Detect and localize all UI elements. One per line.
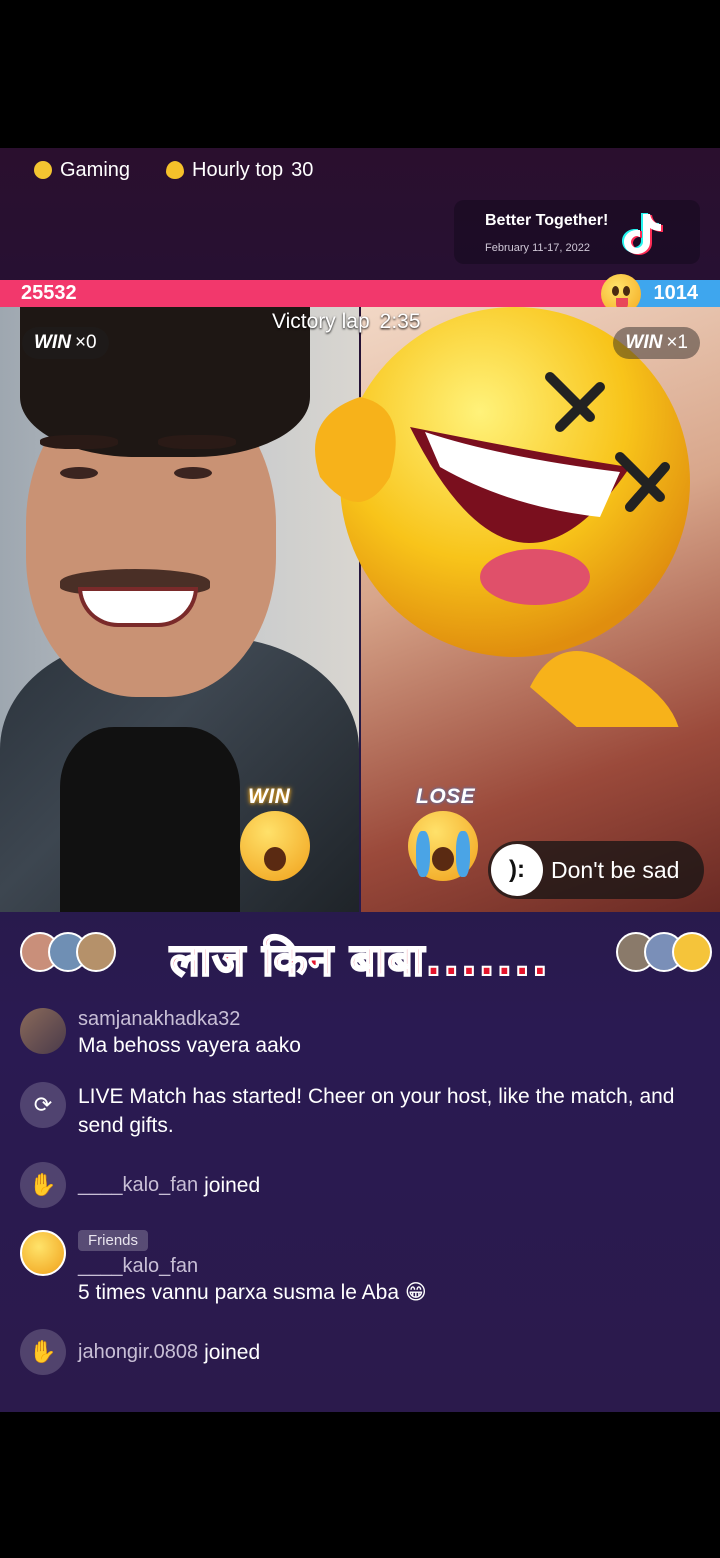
join-message: ✋ jahongir.0808 joined: [20, 1329, 700, 1375]
supporter-avatar: [672, 932, 712, 972]
left-win-label: WIN: [34, 332, 71, 353]
right-win-badge: WIN ×1: [613, 327, 700, 359]
hourly-label: Hourly top: [192, 158, 284, 181]
system-text: LIVE Match has started! Cheer on your ho…: [78, 1085, 675, 1137]
battle-score-bar: 25532 1014: [0, 274, 720, 314]
chat-message[interactable]: samjanakhadka32 Ma behoss vayera aako: [20, 1008, 700, 1060]
chat-username[interactable]: jahongir.0808: [78, 1341, 198, 1364]
chat-text: 5 times vannu parxa susma le Aba 😁: [78, 1281, 427, 1304]
wave-hand-icon: ✋: [20, 1162, 66, 1208]
left-result-label: WIN: [248, 785, 291, 808]
match-icon: ⟳: [20, 1082, 66, 1128]
host-eye-right: [174, 467, 212, 479]
battle-timer: Victory lap 2:35: [272, 310, 421, 334]
host-shirt: [60, 727, 240, 912]
host-brow-right: [158, 435, 236, 449]
chat-username[interactable]: ____kalo_fan: [78, 1174, 198, 1197]
laughing-emoji-sticker: [315, 307, 690, 727]
dont-be-sad-button[interactable]: ): Don't be sad: [488, 841, 704, 899]
right-win-count: ×1: [666, 332, 688, 353]
gaming-tag[interactable]: Gaming: [34, 156, 130, 184]
supporter-avatar: [76, 932, 116, 972]
wave-hand-icon: ✋: [20, 1329, 66, 1375]
right-win-label: WIN: [625, 332, 663, 353]
chat-username[interactable]: samjanakhadka32: [78, 1008, 301, 1031]
tiktok-logo-icon: [622, 213, 663, 255]
gaming-icon: [34, 161, 52, 179]
chat-text: Ma behoss vayera aako: [78, 1034, 301, 1057]
host-brow-left: [40, 435, 118, 449]
join-text: joined: [204, 1340, 261, 1364]
timer-label: Victory lap: [272, 310, 370, 333]
join-message: ✋ ____kalo_fan joined: [20, 1162, 700, 1208]
live-stage: Gaming Hourly top 30 Better Together! Fe…: [0, 148, 720, 1412]
battle-videos: Victory lap 2:35 WIN ×0 WIN ×1 WIN LOSE )…: [0, 307, 720, 912]
left-score-fill: [0, 280, 629, 307]
promo-dates: February 11-17, 2022: [485, 242, 590, 254]
join-text: joined: [204, 1173, 261, 1197]
hourly-rank-tag[interactable]: Hourly top 30: [166, 156, 313, 184]
gaming-label: Gaming: [60, 158, 131, 181]
dont-be-sad-label: Don't be sad: [551, 856, 680, 883]
overlay-caption: लाज किन बाबा.......: [169, 934, 550, 987]
right-result-label: LOSE: [416, 785, 476, 808]
right-top-supporters[interactable]: [616, 932, 712, 976]
left-win-badge: WIN ×0: [22, 327, 109, 359]
crying-emoji-icon: [408, 811, 478, 881]
friends-badge: Friends: [78, 1230, 149, 1251]
promo-title: Better Together!: [485, 212, 609, 229]
sad-face-icon: ):: [491, 844, 543, 896]
hourly-rank: 30: [291, 158, 314, 181]
user-avatar[interactable]: [20, 1008, 66, 1054]
live-chat: samjanakhadka32 Ma behoss vayera aako ⟳ …: [20, 1008, 700, 1397]
flame-icon: [166, 161, 184, 179]
crying-joy-emoji-icon: [240, 811, 310, 881]
chat-message[interactable]: Friends ____kalo_fan 5 times vannu parxa…: [20, 1230, 700, 1307]
timer-value: 2:35: [379, 310, 421, 333]
right-score: 1014: [653, 282, 699, 304]
top-bar: Gaming Hourly top 30: [0, 148, 720, 188]
left-top-supporters[interactable]: [20, 932, 116, 976]
promo-banner[interactable]: Better Together! February 11-17, 2022: [454, 200, 700, 264]
system-message: ⟳ LIVE Match has started! Cheer on your …: [20, 1082, 700, 1140]
chat-username[interactable]: ____kalo_fan: [78, 1255, 427, 1278]
left-score: 25532: [21, 282, 77, 304]
left-win-count: ×0: [74, 332, 97, 353]
user-avatar[interactable]: [20, 1230, 66, 1276]
host-eye-left: [60, 467, 98, 479]
